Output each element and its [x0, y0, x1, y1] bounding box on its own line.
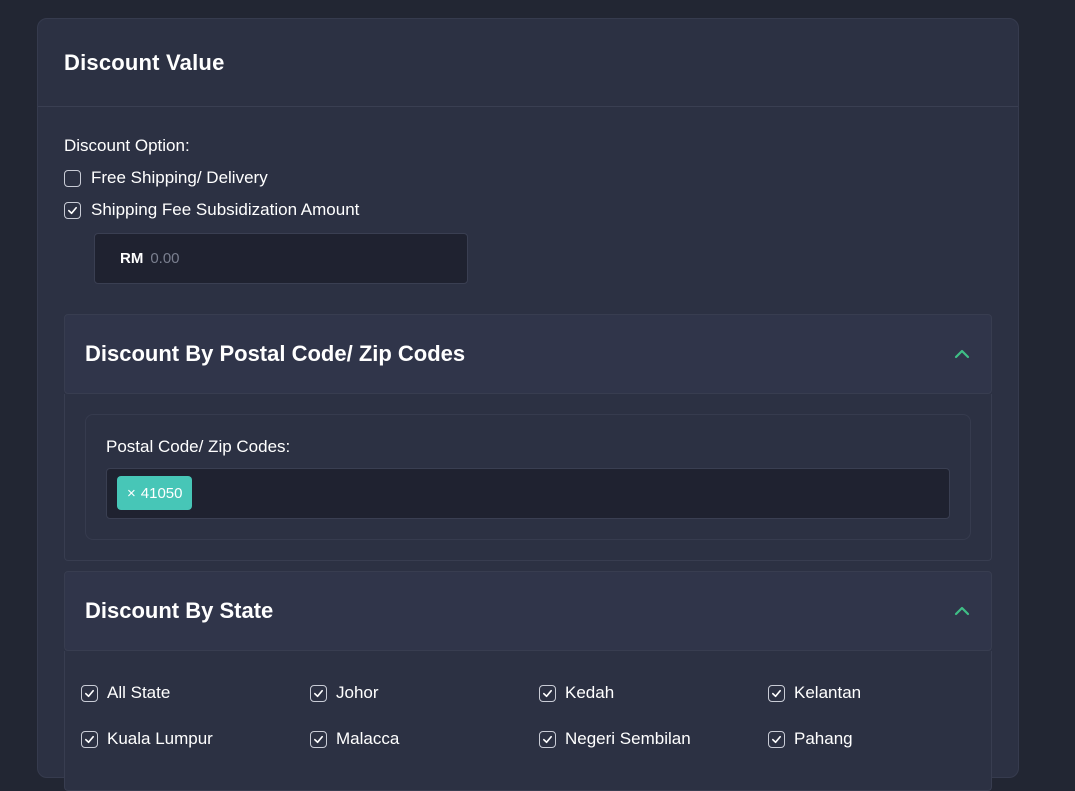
chevron-up-icon[interactable] [953, 605, 971, 617]
state-option-kedah[interactable]: Kedah [539, 683, 614, 703]
check-icon [772, 735, 781, 743]
state-checkbox[interactable] [539, 684, 556, 702]
state-checkbox[interactable] [310, 684, 327, 702]
check-icon [314, 735, 323, 743]
postal-code-tag[interactable]: × 41050 [117, 476, 193, 510]
free-shipping-checkbox[interactable] [64, 169, 81, 187]
postal-section-title: Discount By Postal Code/ Zip Codes [85, 341, 466, 366]
state-label: Negeri Sembilan [565, 729, 691, 748]
state-option-johor[interactable]: Johor [310, 683, 379, 703]
state-option-all[interactable]: All State [81, 683, 170, 703]
state-checkbox[interactable] [768, 730, 785, 748]
subsidization-checkbox[interactable] [64, 201, 81, 219]
state-checkbox[interactable] [81, 730, 98, 748]
postal-code-label: Postal Code/ Zip Codes: [106, 437, 291, 456]
state-option-kelantan[interactable]: Kelantan [768, 683, 861, 703]
check-icon [85, 735, 94, 743]
postal-section-body: Postal Code/ Zip Codes: × 41050 [64, 394, 992, 561]
state-section-body: All State Johor Kedah Kelantan Kuala Lum… [64, 651, 992, 791]
check-icon [772, 689, 781, 697]
remove-tag-icon[interactable]: × [127, 485, 136, 502]
postal-section-header[interactable]: Discount By Postal Code/ Zip Codes [64, 314, 992, 394]
tag-value: 41050 [140, 484, 183, 502]
state-option-kuala-lumpur[interactable]: Kuala Lumpur [81, 729, 213, 749]
state-label: Johor [336, 683, 379, 702]
postal-code-box: Postal Code/ Zip Codes: × 41050 [85, 414, 971, 540]
state-label: All State [107, 683, 171, 702]
currency-prefix: RM [120, 250, 144, 267]
state-checkbox[interactable] [310, 730, 327, 748]
state-label: Kuala Lumpur [107, 729, 213, 748]
free-shipping-label: Free Shipping/ Delivery [91, 168, 268, 187]
state-label: Kelantan [794, 683, 862, 702]
state-label: Kedah [565, 683, 615, 702]
discount-option-label: Discount Option: [64, 136, 190, 155]
state-checkbox[interactable] [768, 684, 785, 702]
chevron-up-icon[interactable] [953, 348, 971, 360]
check-icon [68, 206, 77, 214]
state-option-malacca[interactable]: Malacca [310, 729, 399, 749]
check-icon [543, 735, 552, 743]
state-checkbox[interactable] [539, 730, 556, 748]
state-checkbox[interactable] [81, 684, 98, 702]
card-header: Discount Value [38, 19, 1018, 107]
free-shipping-option[interactable]: Free Shipping/ Delivery [64, 168, 268, 188]
state-label: Malacca [336, 729, 400, 748]
check-icon [314, 689, 323, 697]
card-title: Discount Value [64, 49, 225, 75]
state-section-title: Discount By State [85, 598, 274, 623]
subsidy-amount-input[interactable]: RM 0.00 [94, 233, 468, 284]
check-icon [543, 689, 552, 697]
postal-code-input[interactable]: × 41050 [106, 468, 950, 519]
subsidization-label: Shipping Fee Subsidization Amount [91, 200, 360, 219]
check-icon [85, 689, 94, 697]
subsidization-option[interactable]: Shipping Fee Subsidization Amount [64, 200, 359, 220]
state-section-header[interactable]: Discount By State [64, 571, 992, 651]
amount-placeholder: 0.00 [150, 250, 180, 267]
state-option-pahang[interactable]: Pahang [768, 729, 853, 749]
state-label: Pahang [794, 729, 853, 748]
state-option-negeri-sembilan[interactable]: Negeri Sembilan [539, 729, 691, 749]
discount-value-card: Discount Value Discount Option: Free Shi… [37, 18, 1019, 791]
